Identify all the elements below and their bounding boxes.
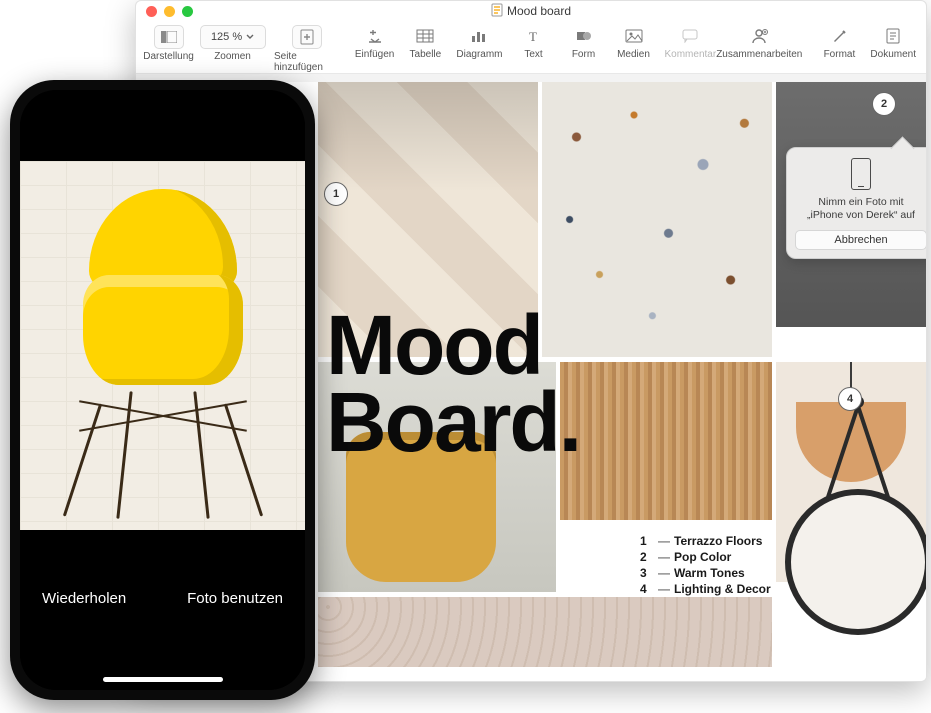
toolbar-view-label: Darstellung xyxy=(143,51,194,62)
continuity-camera-popover: Nimm ein Foto mit „iPhone von Derek“ auf… xyxy=(786,147,926,259)
toolbar-media-label: Medien xyxy=(617,49,650,60)
toolbar-add-page-label: Seite hinzufügen xyxy=(274,51,340,73)
toolbar-table-label: Tabelle xyxy=(410,49,442,60)
media-icon xyxy=(620,25,648,47)
toolbar-shape-label: Form xyxy=(572,49,595,60)
toolbar-add-page[interactable]: Seite hinzufügen xyxy=(274,25,340,73)
toolbar-comment-label: Kommentar xyxy=(665,49,717,60)
use-photo-button[interactable]: Foto benutzen xyxy=(187,590,283,607)
toolbar-document[interactable]: Dokument xyxy=(870,25,916,60)
camera-photo-preview[interactable] xyxy=(20,120,305,570)
toolbar-media[interactable]: Medien xyxy=(615,25,653,60)
toolbar-comment: Kommentar xyxy=(665,25,717,60)
document-title-line2: Board. xyxy=(326,384,580,461)
iphone-device: Wiederholen Foto benutzen xyxy=(10,80,315,700)
camera-bottom-bar: Wiederholen Foto benutzen xyxy=(20,570,305,690)
image-fur-rug[interactable] xyxy=(318,597,772,667)
retake-button[interactable]: Wiederholen xyxy=(42,590,126,607)
document-title[interactable]: Mood Board. xyxy=(326,307,580,462)
legend-row: 2—Pop Color xyxy=(640,550,771,564)
annotation-4[interactable]: 4 xyxy=(838,387,862,411)
toolbar-format-label: Format xyxy=(824,49,856,60)
chevron-down-icon xyxy=(246,34,254,40)
toolbar-shape[interactable]: Form xyxy=(565,25,603,60)
iphone-notch xyxy=(93,90,233,116)
toolbar-view[interactable]: Darstellung xyxy=(146,25,191,62)
legend[interactable]: 1—Terrazzo Floors 2—Pop Color 3—Warm Ton… xyxy=(640,532,771,598)
table-icon xyxy=(411,25,439,47)
toolbar-insert-label: Einfügen xyxy=(355,49,394,60)
toolbar-table[interactable]: Tabelle xyxy=(406,25,444,60)
window-title: Mood board xyxy=(136,3,926,20)
document-panel-icon xyxy=(879,25,907,47)
chart-icon xyxy=(465,25,493,47)
window-titlebar: Mood board xyxy=(136,1,926,21)
collaborate-icon xyxy=(745,25,773,47)
captured-photo xyxy=(20,161,305,530)
toolbar-chart-label: Diagramm xyxy=(456,49,502,60)
toolbar-text-label: Text xyxy=(524,49,542,60)
legend-row: 1—Terrazzo Floors xyxy=(640,534,771,548)
toolbar-insert[interactable]: Einfügen xyxy=(355,25,394,60)
zoom-value-pill[interactable]: 125 % xyxy=(200,25,266,49)
window-title-text: Mood board xyxy=(507,4,571,18)
home-indicator[interactable] xyxy=(103,677,223,682)
toolbar-zoom[interactable]: 125 % Zoomen xyxy=(203,25,262,62)
view-icon xyxy=(154,25,184,49)
svg-text:T: T xyxy=(529,29,537,43)
legend-row: 3—Warm Tones xyxy=(640,566,771,580)
comment-icon xyxy=(676,25,704,47)
toolbar-zoom-label: Zoomen xyxy=(214,51,251,62)
image-wood-grain[interactable] xyxy=(560,362,772,520)
toolbar-document-label: Dokument xyxy=(870,49,916,60)
toolbar-chart[interactable]: Diagramm xyxy=(456,25,502,60)
zoom-value: 125 % xyxy=(211,31,242,43)
yellow-chair-illustration xyxy=(83,275,243,385)
toolbar-collaborate-label: Zusammenarbeiten xyxy=(716,49,802,60)
shape-icon xyxy=(570,25,598,47)
toolbar: Darstellung 125 % Zoomen Seite hinzufüge… xyxy=(136,21,926,74)
toolbar-text[interactable]: T Text xyxy=(515,25,553,60)
document-icon xyxy=(491,3,503,20)
insert-icon xyxy=(361,25,389,47)
text-icon: T xyxy=(520,25,548,47)
toolbar-format[interactable]: Format xyxy=(820,25,858,60)
annotation-2[interactable]: 2 xyxy=(872,92,896,116)
toolbar-collaborate[interactable]: Zusammenarbeiten xyxy=(716,25,802,60)
iphone-icon xyxy=(851,158,871,190)
iphone-screen: Wiederholen Foto benutzen xyxy=(20,90,305,690)
annotation-1[interactable]: 1 xyxy=(324,182,348,206)
add-page-icon xyxy=(292,25,322,49)
popover-caption: Nimm ein Foto mit „iPhone von Derek“ auf xyxy=(795,196,926,222)
document-title-line1: Mood xyxy=(326,307,580,384)
legend-row: 4—Lighting & Decor xyxy=(640,582,771,596)
format-icon xyxy=(825,25,853,47)
popover-cancel-button[interactable]: Abbrechen xyxy=(795,230,926,250)
